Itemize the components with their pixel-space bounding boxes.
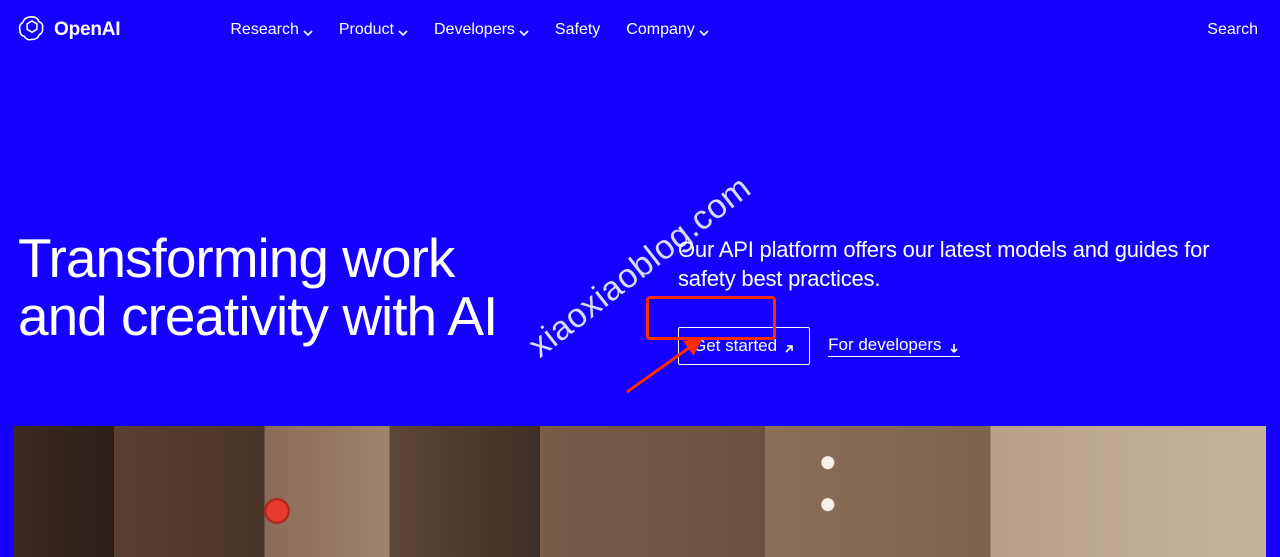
chevron-down-icon (398, 25, 408, 35)
hero-title-line1: Transforming work (18, 227, 454, 289)
arrow-down-icon (948, 339, 960, 351)
nav-item-product[interactable]: Product (339, 21, 408, 39)
nav-item-company[interactable]: Company (626, 21, 708, 39)
cta-primary-label: Get started (693, 336, 777, 356)
brand-logo-link[interactable]: OpenAI (18, 14, 120, 47)
nav-label: Company (626, 21, 694, 39)
nav-item-safety[interactable]: Safety (555, 21, 600, 39)
hero-section: Transforming work and creativity with AI… (0, 60, 1280, 365)
search-label: Search (1207, 21, 1258, 38)
for-developers-link[interactable]: For developers (828, 335, 959, 357)
hero-image (14, 426, 1266, 557)
arrow-up-right-icon (783, 340, 795, 352)
openai-logo-icon (18, 14, 46, 47)
nav-label: Product (339, 21, 394, 39)
nav-label: Safety (555, 21, 600, 39)
cta-secondary-label: For developers (828, 335, 941, 355)
nav-label: Developers (434, 21, 515, 39)
hero-detail-block: Our API platform offers our latest model… (678, 230, 1262, 365)
cta-row: Get started For developers (678, 327, 1262, 365)
nav-item-developers[interactable]: Developers (434, 21, 529, 39)
nav-label: Research (230, 21, 298, 39)
search-link[interactable]: Search (1207, 21, 1262, 39)
primary-nav: Research Product Developers Safety Compa… (230, 21, 708, 39)
hero-headline-block: Transforming work and creativity with AI (18, 230, 638, 346)
hero-title-line2: and creativity with AI (18, 285, 497, 347)
hero-description: Our API platform offers our latest model… (678, 236, 1262, 293)
chevron-down-icon (519, 25, 529, 35)
site-header: OpenAI Research Product Developers Safet… (0, 0, 1280, 60)
nav-item-research[interactable]: Research (230, 21, 312, 39)
brand-name: OpenAI (54, 19, 120, 41)
get-started-button[interactable]: Get started (678, 327, 810, 365)
chevron-down-icon (699, 25, 709, 35)
hero-title: Transforming work and creativity with AI (18, 230, 638, 346)
chevron-down-icon (303, 25, 313, 35)
